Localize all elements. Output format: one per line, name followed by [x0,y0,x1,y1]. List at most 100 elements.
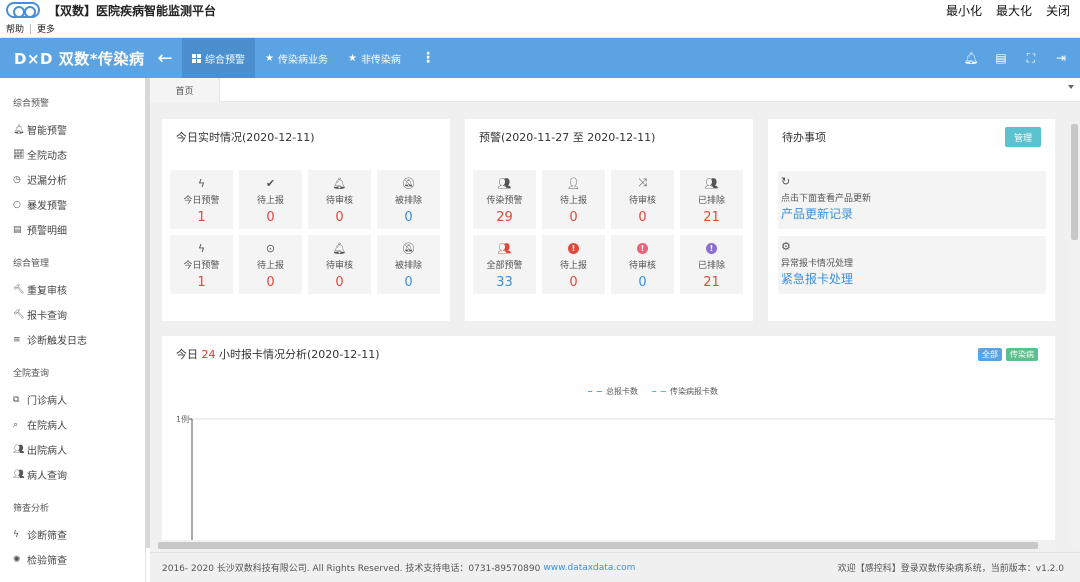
sidebar-item-label: 在院病人 [27,421,67,432]
stat-pending-review-2[interactable]: 🔔︎ 待审核 0 [308,235,371,294]
window-controls: 最小化 最大化 关闭 [946,2,1070,19]
stat-warn-pending-review[interactable]: ⤨ 待审核 0 [611,170,674,229]
stat-warn-excluded[interactable]: 👥︎ 已排除 21 [680,170,743,229]
sidebar-item-duplicate-review[interactable]: 🔨︎ 重复审核 [0,277,145,302]
maximize-button[interactable]: 最大化 [996,2,1032,19]
stat-label: 待审核 [325,196,353,206]
scroll-thumb[interactable] [158,542,1038,549]
window-title-bar: 【双数】医院疾病智能监测平台 最小化 最大化 关闭 [0,0,1080,20]
more-vertical-icon[interactable]: ⋮ [411,50,445,66]
menu-more[interactable]: 更多 [31,22,61,35]
menu-help[interactable]: 帮助 [0,22,30,35]
stat-excluded-2[interactable]: 🔕︎ 被排除 0 [377,235,440,294]
main-vertical-scrollbar[interactable] [1069,118,1080,548]
legend-total-marker[interactable] [588,388,602,393]
stat-warn-pending-report[interactable]: 👤︎ 待上报 0 [542,170,605,229]
bell-icon[interactable]: 🔔︎ [956,51,986,66]
sidebar-item-outpatients[interactable]: ⧉ 门诊病人 [0,387,145,412]
stat-label: 待上报 [559,261,587,271]
file-icon: ▤ [13,224,22,235]
stat-infectious-warning[interactable]: 👥︎ 传染预警 29 [473,170,536,229]
badge-all[interactable]: 全部 [978,348,1002,361]
stat-value: 0 [266,210,275,225]
stat-pending-review[interactable]: 🔔︎ 待审核 0 [308,170,371,229]
legend-total-label[interactable]: 总报卡数 [606,386,638,397]
stat-value: 0 [335,210,344,225]
bell-icon: 🔔︎ [13,124,25,135]
bolt-icon: ϟ [13,529,19,540]
brand-logo[interactable]: D×D 双数*传染病 [0,48,148,69]
close-button[interactable]: 关闭 [1046,2,1070,19]
todo-label: 点击下面查看产品更新 [781,194,872,204]
sidebar-item-patient-query[interactable]: 👥︎ 病人查询 [0,462,145,487]
badge-infectious[interactable]: 传染病 [1006,348,1038,361]
nav-tab-infectious[interactable]: ★ 传染病业务 [255,38,338,78]
window-icon[interactable]: ▤ [986,51,1016,66]
legend-infectious-label[interactable]: 传染病报卡数 [670,386,718,397]
sidebar-item-lab-screening[interactable]: ✺ 检验筛查 [0,547,145,572]
nav-tab-overview[interactable]: 综合预警 [182,38,255,78]
app-logo-icon [6,2,40,18]
stat-excluded[interactable]: 🔕︎ 被排除 0 [377,170,440,229]
scroll-thumb[interactable] [1071,124,1078,240]
stat-all-excluded[interactable]: ! 已排除 21 [680,235,743,294]
sidebar-item-diagnosis-screening[interactable]: ϟ 诊断筛查 [0,522,145,547]
stat-value: 33 [496,275,513,290]
product-update-link[interactable]: 产品更新记录 [781,205,853,222]
stat-pending-report-2[interactable]: ⊙ 待上报 0 [239,235,302,294]
todo-label: 异常报卡情况处理 [781,259,854,269]
stat-all-pending-report[interactable]: ! 待上报 0 [542,235,605,294]
exclamation-circle-icon: ! [542,241,605,255]
y-tick-label-top: 1例 [176,414,189,424]
stat-today-warning-2[interactable]: ϟ 今日预警 1 [170,235,233,294]
star-icon: ★ [265,52,274,64]
shuffle-icon: ⤨ [638,176,647,189]
stat-value: 29 [496,210,513,225]
logout-icon[interactable]: ⇥ [1046,51,1076,66]
chevron-down-icon[interactable] [1068,85,1074,89]
chart-title-hours: 24 [201,348,216,361]
sidebar-group-title: 综合管理 [13,259,50,269]
stat-all-pending-review[interactable]: ! 待审核 0 [611,235,674,294]
chart-legend: 总报卡数 传染病报卡数 [588,386,718,397]
sidebar-item-inpatients[interactable]: ⌕ 在院病人 [0,412,145,437]
list-icon: ≡ [13,334,21,345]
stat-value: 0 [404,210,413,225]
stat-today-warning[interactable]: ϟ 今日预警 1 [170,170,233,229]
stat-label: 被排除 [394,196,422,206]
sidebar-item-discharged[interactable]: 👥︎ 出院病人 [0,437,145,462]
legend-infectious-marker[interactable] [652,388,666,393]
stat-pending-report[interactable]: ✔ 待上报 0 [239,170,302,229]
fullscreen-icon[interactable]: ⛶ [1016,51,1046,66]
warning-card-title: 预警(2020-11-27 至 2020-12-11) [479,131,656,144]
sidebar-item-card-query[interactable]: 🔨︎ 报卡查询 [0,302,145,327]
sidebar-item-diagnosis-log[interactable]: ≡ 诊断触发日志 [0,327,145,352]
nav-tab-label: 综合预警 [205,54,245,66]
back-arrow-icon[interactable]: ← [148,48,182,69]
chart-title-suffix: 小时报卡情况分析(2020-12-11) [219,348,380,361]
users-icon: 👥︎ [497,176,512,190]
tab-home[interactable]: 首页 [150,78,220,102]
chart-card: 今日 24 小时报卡情况分析(2020-12-11) 全部 传染病 总报卡数 传… [162,336,1055,540]
sidebar-item-smart-warning[interactable]: 🔔︎ 智能预警 [0,117,145,142]
sidebar-item-warning-detail[interactable]: ▤ 预警明细 [0,217,145,242]
footer: 2016- 2020 长沙双数科技有限公司. All Rights Reserv… [150,552,1080,582]
urgent-card-link[interactable]: 紧急报卡处理 [781,270,853,287]
stat-value: 0 [638,275,647,290]
stat-label: 待上报 [256,261,284,271]
bolt-icon: ϟ [197,176,206,190]
minimize-button[interactable]: 最小化 [946,2,982,19]
chart-card-title: 今日 24 小时报卡情况分析(2020-12-11) [176,346,380,362]
menu-bar: 帮助 更多 [0,20,1080,38]
manage-button[interactable]: 管理 [1005,127,1041,147]
footer-link[interactable]: www.dataxdata.com [543,563,635,573]
gavel-icon: 🔨︎ [13,284,25,295]
sidebar-item-delay-analysis[interactable]: ◷ 迟漏分析 [0,167,145,192]
sidebar-item-outbreak-warning[interactable]: ○ 暴发预警 [0,192,145,217]
stat-value: 21 [703,210,720,225]
main-horizontal-scrollbar[interactable] [150,540,1055,552]
sidebar-item-hospital-dynamics[interactable]: 📈︎ 全院动态 [0,142,145,167]
stat-label: 被排除 [394,261,422,271]
stat-all-warning[interactable]: 👥︎ 全部预警 33 [473,235,536,294]
nav-tab-non-infectious[interactable]: ★ 非传染病 [338,38,411,78]
